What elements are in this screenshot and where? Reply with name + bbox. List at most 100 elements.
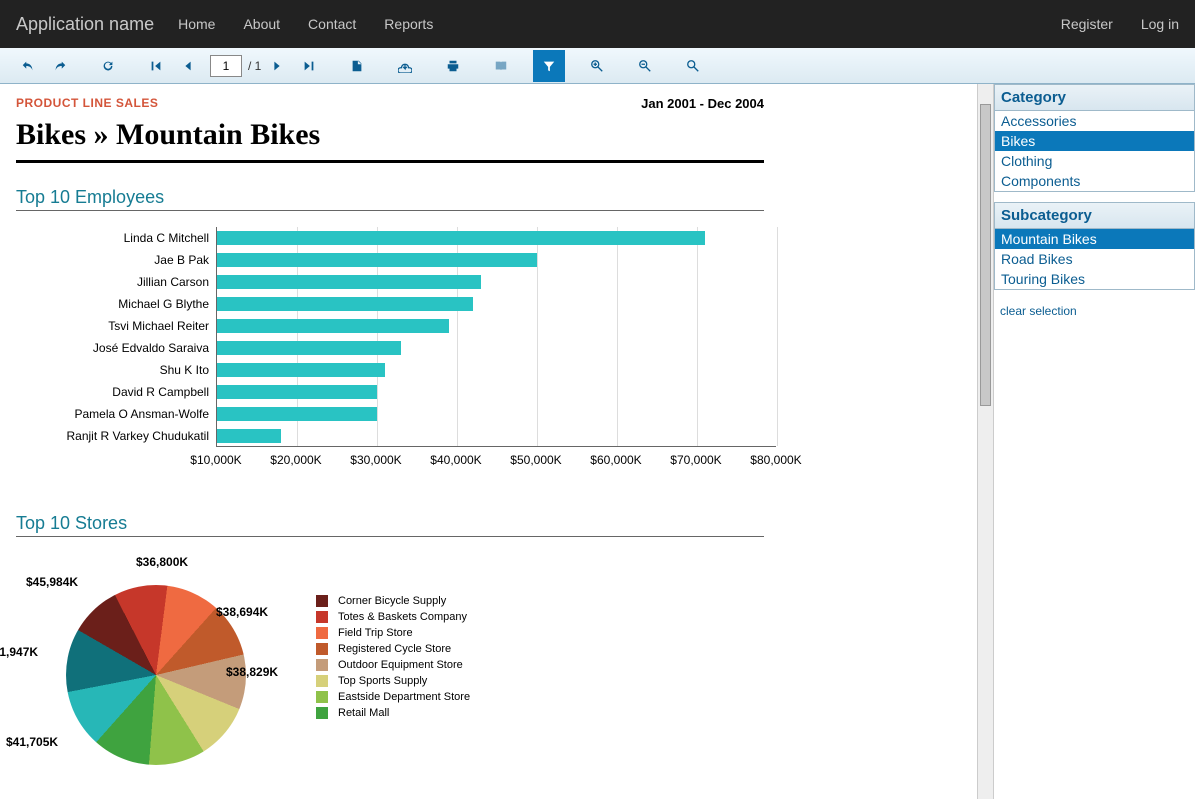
filter-category-item[interactable]: Clothing xyxy=(995,151,1194,171)
legend-label: Field Trip Store xyxy=(338,627,413,639)
stores-pie-chart: $36,800K$38,694K$38,829K$41,705K$41,947K… xyxy=(16,565,764,765)
legend-swatch xyxy=(316,691,328,703)
prev-page-button[interactable] xyxy=(172,50,204,82)
title-divider xyxy=(16,160,764,163)
bar xyxy=(217,275,481,289)
legend-swatch xyxy=(316,595,328,607)
x-axis-tick: $70,000K xyxy=(670,453,721,467)
bar-category-label: Linda C Mitchell xyxy=(124,231,217,245)
x-axis-tick: $50,000K xyxy=(510,453,561,467)
bar-category-label: Ranjit R Varkey Chudukatil xyxy=(66,429,217,443)
legend-item: Top Sports Supply xyxy=(316,675,470,687)
bar xyxy=(217,231,705,245)
x-axis-tick: $80,000K xyxy=(750,453,801,467)
legend-label: Eastside Department Store xyxy=(338,691,470,703)
search-button[interactable] xyxy=(677,50,709,82)
bar-category-label: David R Campbell xyxy=(112,385,217,399)
zoom-in-button[interactable] xyxy=(581,50,613,82)
legend-item: Totes & Baskets Company xyxy=(316,611,470,623)
filter-category-item[interactable]: Components xyxy=(995,171,1194,191)
x-axis-tick: $30,000K xyxy=(350,453,401,467)
legend-label: Registered Cycle Store xyxy=(338,643,451,655)
x-axis-tick: $10,000K xyxy=(190,453,241,467)
legend-item: Corner Bicycle Supply xyxy=(316,595,470,607)
section-employees-heading: Top 10 Employees xyxy=(16,187,764,208)
book-button[interactable] xyxy=(485,50,517,82)
bar xyxy=(217,341,401,355)
legend-item: Retail Mall xyxy=(316,707,470,719)
app-brand[interactable]: Application name xyxy=(16,14,154,35)
top-navbar: Application name Home About Contact Repo… xyxy=(0,0,1195,48)
legend-item: Eastside Department Store xyxy=(316,691,470,703)
pie-slice-label: $36,800K xyxy=(136,555,188,569)
bar xyxy=(217,253,537,267)
bar xyxy=(217,407,377,421)
legend-item: Registered Cycle Store xyxy=(316,643,470,655)
page-number-input[interactable] xyxy=(210,55,242,77)
filter-category-item[interactable]: Bikes xyxy=(995,131,1194,151)
filter-subcategory-item[interactable]: Touring Bikes xyxy=(995,269,1194,289)
pie-slice-label: $45,984K xyxy=(26,575,78,589)
legend-swatch xyxy=(316,675,328,687)
legend-label: Corner Bicycle Supply xyxy=(338,595,446,607)
bar-category-label: Michael G Blythe xyxy=(118,297,217,311)
legend-item: Field Trip Store xyxy=(316,627,470,639)
bar-category-label: Jae B Pak xyxy=(154,253,217,267)
nav-login[interactable]: Log in xyxy=(1141,16,1179,32)
print-button[interactable] xyxy=(437,50,469,82)
section-divider xyxy=(16,536,764,537)
bar xyxy=(217,363,385,377)
export-document-button[interactable] xyxy=(341,50,373,82)
x-axis-tick: $60,000K xyxy=(590,453,641,467)
nav-home[interactable]: Home xyxy=(178,16,215,32)
filter-button[interactable] xyxy=(533,50,565,82)
pie-slice-label: $41,705K xyxy=(6,735,58,749)
bar xyxy=(217,385,377,399)
nav-reports[interactable]: Reports xyxy=(384,16,433,32)
redo-button[interactable] xyxy=(44,50,76,82)
vertical-scrollbar[interactable] xyxy=(977,84,993,799)
report-title: Bikes » Mountain Bikes xyxy=(16,118,764,152)
bar-category-label: Pamela O Ansman-Wolfe xyxy=(74,407,217,421)
bar xyxy=(217,429,281,443)
employees-bar-chart: Linda C Mitchell Jae B Pak Jillian Carson M… xyxy=(16,227,764,473)
nav-about[interactable]: About xyxy=(243,16,280,32)
bar-category-label: Tsvi Michael Reiter xyxy=(108,319,217,333)
nav-contact[interactable]: Contact xyxy=(308,16,356,32)
section-stores-heading: Top 10 Stores xyxy=(16,513,764,534)
legend-swatch xyxy=(316,627,328,639)
first-page-button[interactable] xyxy=(140,50,172,82)
filter-subcategory-heading: Subcategory xyxy=(994,202,1195,229)
bar xyxy=(217,297,473,311)
legend-label: Outdoor Equipment Store xyxy=(338,659,463,671)
legend-label: Retail Mall xyxy=(338,707,389,719)
bar-category-label: Jillian Carson xyxy=(137,275,217,289)
bar-category-label: José Edvaldo Saraiva xyxy=(93,341,217,355)
download-button[interactable] xyxy=(389,50,421,82)
legend-swatch xyxy=(316,707,328,719)
x-axis-tick: $40,000K xyxy=(430,453,481,467)
filter-category-item[interactable]: Accessories xyxy=(995,111,1194,131)
report-date-range: Jan 2001 - Dec 2004 xyxy=(641,96,764,111)
section-divider xyxy=(16,210,764,211)
filter-subcategory-item[interactable]: Road Bikes xyxy=(995,249,1194,269)
legend-label: Totes & Baskets Company xyxy=(338,611,467,623)
next-page-button[interactable] xyxy=(261,50,293,82)
legend-swatch xyxy=(316,611,328,623)
last-page-button[interactable] xyxy=(293,50,325,82)
pie-slice-label: $38,694K xyxy=(216,605,268,619)
nav-register[interactable]: Register xyxy=(1061,16,1113,32)
legend-item: Outdoor Equipment Store xyxy=(316,659,470,671)
report-toolbar: / 1 xyxy=(0,48,1195,84)
legend-label: Top Sports Supply xyxy=(338,675,427,687)
report-viewport[interactable]: Jan 2001 - Dec 2004 PRODUCT LINE SALES B… xyxy=(0,84,977,799)
undo-button[interactable] xyxy=(12,50,44,82)
filter-subcategory-item[interactable]: Mountain Bikes xyxy=(995,229,1194,249)
clear-selection-link[interactable]: clear selection xyxy=(994,300,1195,322)
pie-slice-label: $41,947K xyxy=(0,645,38,659)
filter-panel: Category AccessoriesBikesClothingCompone… xyxy=(993,84,1195,799)
bar xyxy=(217,319,449,333)
page-total: / 1 xyxy=(248,59,261,73)
zoom-out-button[interactable] xyxy=(629,50,661,82)
refresh-button[interactable] xyxy=(92,50,124,82)
